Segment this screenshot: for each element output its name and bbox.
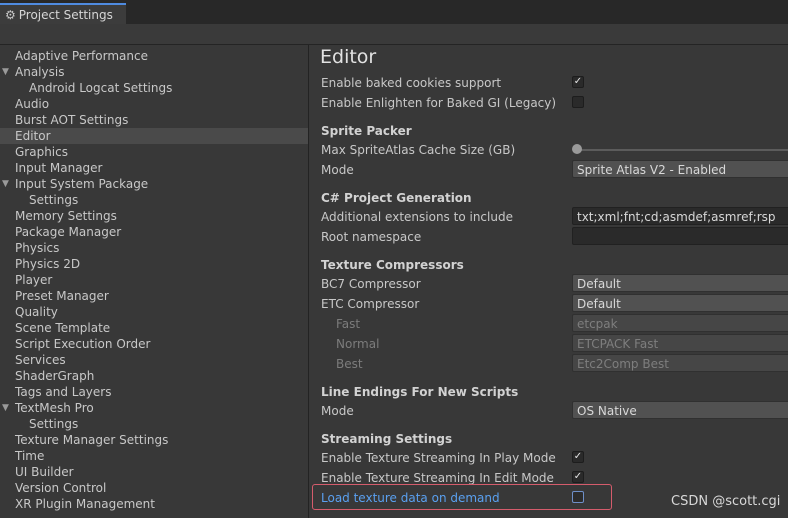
sidebar-item-input-system-settings[interactable]: Settings: [0, 192, 308, 208]
etc-normal-dropdown: ETCPACK Fast: [572, 334, 788, 352]
sprite-mode-dropdown[interactable]: Sprite Atlas V2 - Enabled: [572, 160, 788, 178]
sidebar-item-services[interactable]: Services: [0, 352, 308, 368]
expand-triangle-icon[interactable]: ▼: [2, 64, 9, 80]
sprite-cache-label: Max SpriteAtlas Cache Size (GB): [321, 143, 516, 157]
expand-triangle-icon[interactable]: ▼: [2, 400, 9, 416]
sidebar-item-analysis[interactable]: ▼ Analysis: [0, 64, 308, 80]
line-endings-mode-dropdown[interactable]: OS Native: [572, 401, 788, 419]
sidebar-item-preset-manager[interactable]: Preset Manager: [0, 288, 308, 304]
enlighten-label: Enable Enlighten for Baked GI (Legacy): [321, 96, 557, 110]
sidebar-item-burst-aot-settings[interactable]: Burst AOT Settings: [0, 112, 308, 128]
sidebar-item-version-control[interactable]: Version Control: [0, 480, 308, 496]
sidebar-item-quality[interactable]: Quality: [0, 304, 308, 320]
sidebar-item-ui-builder[interactable]: UI Builder: [0, 464, 308, 480]
window-titlebar: ⚙ Project Settings: [0, 0, 788, 24]
sidebar-item-xr-plugin-management[interactable]: XR Plugin Management: [0, 496, 308, 512]
sidebar-item-time[interactable]: Time: [0, 448, 308, 464]
bc7-compressor-label: BC7 Compressor: [321, 277, 421, 291]
section-texture-compressors: Texture Compressors: [321, 258, 464, 272]
highlight-box: [312, 484, 612, 510]
sidebar-item-tags-and-layers[interactable]: Tags and Layers: [0, 384, 308, 400]
etc-normal-label: Normal: [336, 337, 380, 351]
sidebar-item-textmesh-pro[interactable]: ▼ TextMesh Pro: [0, 400, 308, 416]
tab-title: Project Settings: [18, 7, 113, 22]
sidebar-item-player[interactable]: Player: [0, 272, 308, 288]
sidebar-item-adaptive-performance[interactable]: Adaptive Performance: [0, 48, 308, 64]
sidebar-item-shadergraph[interactable]: ShaderGraph: [0, 368, 308, 384]
sidebar-item-graphics[interactable]: Graphics: [0, 144, 308, 160]
sidebar-item-input-system-package[interactable]: ▼ Input System Package: [0, 176, 308, 192]
section-sprite-packer: Sprite Packer: [321, 124, 412, 138]
sidebar-item-textmesh-settings[interactable]: Settings: [0, 416, 308, 432]
sidebar-item-physics-2d[interactable]: Physics 2D: [0, 256, 308, 272]
sprite-mode-label: Mode: [321, 163, 354, 177]
sidebar-item-script-execution-order[interactable]: Script Execution Order: [0, 336, 308, 352]
sidebar-item-texture-manager-settings[interactable]: Texture Manager Settings: [0, 432, 308, 448]
sidebar-item-android-logcat-settings[interactable]: Android Logcat Settings: [0, 80, 308, 96]
section-csharp-project-generation: C# Project Generation: [321, 191, 472, 205]
root-namespace-input[interactable]: [572, 227, 788, 245]
streaming-play-label: Enable Texture Streaming In Play Mode: [321, 451, 556, 465]
root-namespace-label: Root namespace: [321, 230, 422, 244]
etc-best-dropdown: Etc2Comp Best: [572, 354, 788, 372]
sidebar-item-editor[interactable]: Editor: [0, 128, 308, 144]
enlighten-checkbox[interactable]: [572, 96, 584, 108]
etc-compressor-dropdown[interactable]: Default: [572, 294, 788, 312]
streaming-edit-checkbox[interactable]: ✓: [572, 471, 584, 483]
page-title: Editor: [320, 46, 377, 68]
streaming-play-checkbox[interactable]: ✓: [572, 451, 584, 463]
sidebar-item-scene-template[interactable]: Scene Template: [0, 320, 308, 336]
etc-fast-label: Fast: [336, 317, 361, 331]
sidebar-item-audio[interactable]: Audio: [0, 96, 308, 112]
toolbar: [0, 24, 788, 45]
gear-icon: ⚙: [5, 7, 16, 22]
checkmark-icon: ✓: [573, 76, 583, 87]
baked-cookies-label: Enable baked cookies support: [321, 76, 502, 90]
sprite-cache-slider-handle[interactable]: [572, 144, 582, 154]
checkmark-icon: ✓: [573, 451, 583, 462]
section-line-endings: Line Endings For New Scripts: [321, 385, 519, 399]
additional-extensions-label: Additional extensions to include: [321, 210, 513, 224]
baked-cookies-checkbox[interactable]: ✓: [572, 76, 584, 88]
etc-compressor-label: ETC Compressor: [321, 297, 420, 311]
tab-project-settings[interactable]: ⚙ Project Settings: [0, 3, 126, 24]
settings-panel: Editor Enable baked cookies support ✓ En…: [310, 45, 788, 518]
sidebar: Adaptive Performance ▼ Analysis Android L…: [0, 45, 309, 518]
sprite-cache-slider-track[interactable]: [578, 149, 788, 151]
bc7-compressor-dropdown[interactable]: Default: [572, 274, 788, 292]
sidebar-item-input-manager[interactable]: Input Manager: [0, 160, 308, 176]
line-endings-mode-label: Mode: [321, 404, 354, 418]
watermark: CSDN @scott.cgi: [671, 494, 781, 509]
checkmark-icon: ✓: [573, 471, 583, 482]
additional-extensions-input[interactable]: txt;xml;fnt;cd;asmdef;asmref;rsp: [572, 207, 788, 225]
etc-best-label: Best: [336, 357, 363, 371]
sidebar-item-memory-settings[interactable]: Memory Settings: [0, 208, 308, 224]
expand-triangle-icon[interactable]: ▼: [2, 176, 9, 192]
sidebar-item-package-manager[interactable]: Package Manager: [0, 224, 308, 240]
etc-fast-dropdown: etcpak: [572, 314, 788, 332]
sidebar-item-physics[interactable]: Physics: [0, 240, 308, 256]
section-streaming-settings: Streaming Settings: [321, 432, 453, 446]
